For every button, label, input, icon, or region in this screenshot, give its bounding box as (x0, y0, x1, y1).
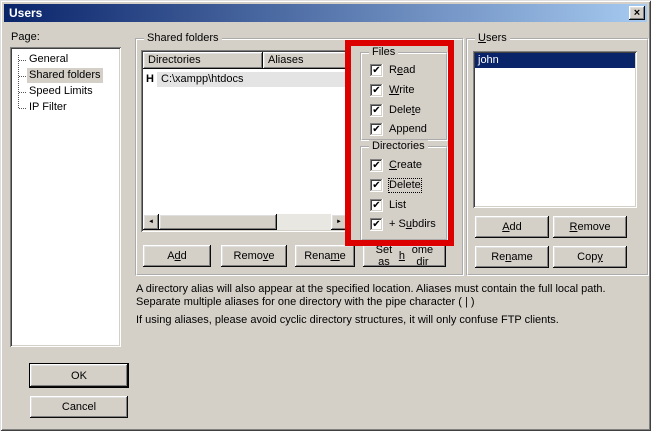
shared-remove-button[interactable]: Remove (221, 245, 287, 267)
listview-header: Directories Aliases (143, 52, 347, 69)
scrollbar-track[interactable] (277, 214, 331, 230)
checkbox-subdirs-box[interactable]: ✔ (370, 218, 383, 231)
check-icon: ✔ (372, 218, 380, 231)
tree-item-speed-limits[interactable]: Speed Limits (10, 84, 121, 100)
ok-button[interactable]: OK (30, 364, 128, 387)
directories-group: Directories ✔ Create ✔ Delete ✔ List ✔ +… (360, 146, 448, 241)
scroll-right-icon: ► (336, 219, 342, 225)
page-label: Page: (11, 31, 40, 43)
tree-item-general[interactable]: General (10, 52, 121, 68)
users-copy-button[interactable]: Copy (553, 246, 627, 268)
cyclic-note: If using aliases, please avoid cyclic di… (136, 314, 648, 327)
tree-item-shared-folders[interactable]: Shared folders (10, 68, 121, 84)
checkbox-delete-files[interactable]: ✔ Delete (370, 103, 421, 117)
directory-path: C:\xampp\htdocs (157, 72, 244, 87)
check-icon: ✔ (372, 123, 380, 136)
check-icon: ✔ (372, 104, 380, 117)
files-group-label: Files (369, 46, 398, 58)
scroll-left-button[interactable]: ◄ (143, 214, 159, 230)
directories-group-label: Directories (369, 140, 428, 152)
checkbox-append[interactable]: ✔ Append (370, 122, 427, 136)
tree-item-ip-filter[interactable]: IP Filter (10, 100, 121, 116)
check-icon: ✔ (372, 179, 380, 192)
column-header-aliases[interactable]: Aliases (263, 52, 347, 69)
users-group-label: Users (475, 32, 510, 44)
checkbox-read[interactable]: ✔ Read (370, 63, 415, 77)
set-as-home-dir-button[interactable]: Set as home dir (363, 245, 446, 267)
files-group: Files ✔ Read ✔ Write ✔ Delete ✔ Append (360, 52, 448, 141)
checkbox-delete-dirs[interactable]: ✔ Delete (370, 178, 421, 192)
listview-body[interactable]: H C:\xampp\htdocs (143, 69, 347, 214)
users-rename-button[interactable]: Rename (475, 246, 549, 268)
checkbox-list-box[interactable]: ✔ (370, 199, 383, 212)
checkbox-create-box[interactable]: ✔ (370, 159, 383, 172)
directories-listview[interactable]: Directories Aliases H C:\xampp\htdocs ◄ … (141, 50, 349, 232)
check-icon: ✔ (372, 84, 380, 97)
users-listbox[interactable]: john (473, 51, 637, 208)
shared-add-button[interactable]: Add (143, 245, 211, 267)
check-icon: ✔ (372, 159, 380, 172)
checkbox-write[interactable]: ✔ Write (370, 83, 414, 97)
scroll-right-button[interactable]: ► (331, 214, 347, 230)
cancel-button[interactable]: Cancel (30, 396, 128, 418)
shared-rename-button[interactable]: Rename (295, 245, 355, 267)
users-remove-button[interactable]: Remove (553, 216, 627, 238)
shared-folders-group-label: Shared folders (144, 32, 222, 44)
alias-note: A directory alias will also appear at th… (136, 283, 648, 309)
checkbox-create[interactable]: ✔ Create (370, 158, 422, 172)
checkbox-read-box[interactable]: ✔ (370, 64, 383, 77)
checkbox-append-box[interactable]: ✔ (370, 123, 383, 136)
user-row-john[interactable]: john (475, 53, 635, 68)
scroll-left-icon: ◄ (148, 219, 154, 225)
directory-row[interactable]: H C:\xampp\htdocs (143, 72, 347, 87)
checkbox-delete-files-box[interactable]: ✔ (370, 104, 383, 117)
checkbox-delete-dirs-box[interactable]: ✔ (370, 179, 383, 192)
check-icon: ✔ (372, 64, 380, 77)
horizontal-scrollbar[interactable]: ◄ ► (143, 214, 347, 230)
title-bar[interactable]: Users × (4, 4, 647, 22)
scrollbar-thumb[interactable] (159, 214, 277, 230)
check-icon: ✔ (372, 199, 380, 212)
close-button[interactable]: × (629, 6, 645, 20)
home-flag: H (143, 72, 157, 87)
column-header-directories[interactable]: Directories (143, 52, 263, 69)
window-title: Users (4, 6, 42, 20)
users-add-button[interactable]: Add (475, 216, 549, 238)
checkbox-subdirs[interactable]: ✔ + Subdirs (370, 217, 436, 231)
close-icon: × (634, 8, 640, 19)
page-tree[interactable]: General Shared folders Speed Limits IP F… (10, 47, 121, 347)
checkbox-list[interactable]: ✔ List (370, 198, 406, 212)
checkbox-write-box[interactable]: ✔ (370, 84, 383, 97)
users-dialog: Users × Page: General Shared folders Spe… (0, 0, 651, 431)
